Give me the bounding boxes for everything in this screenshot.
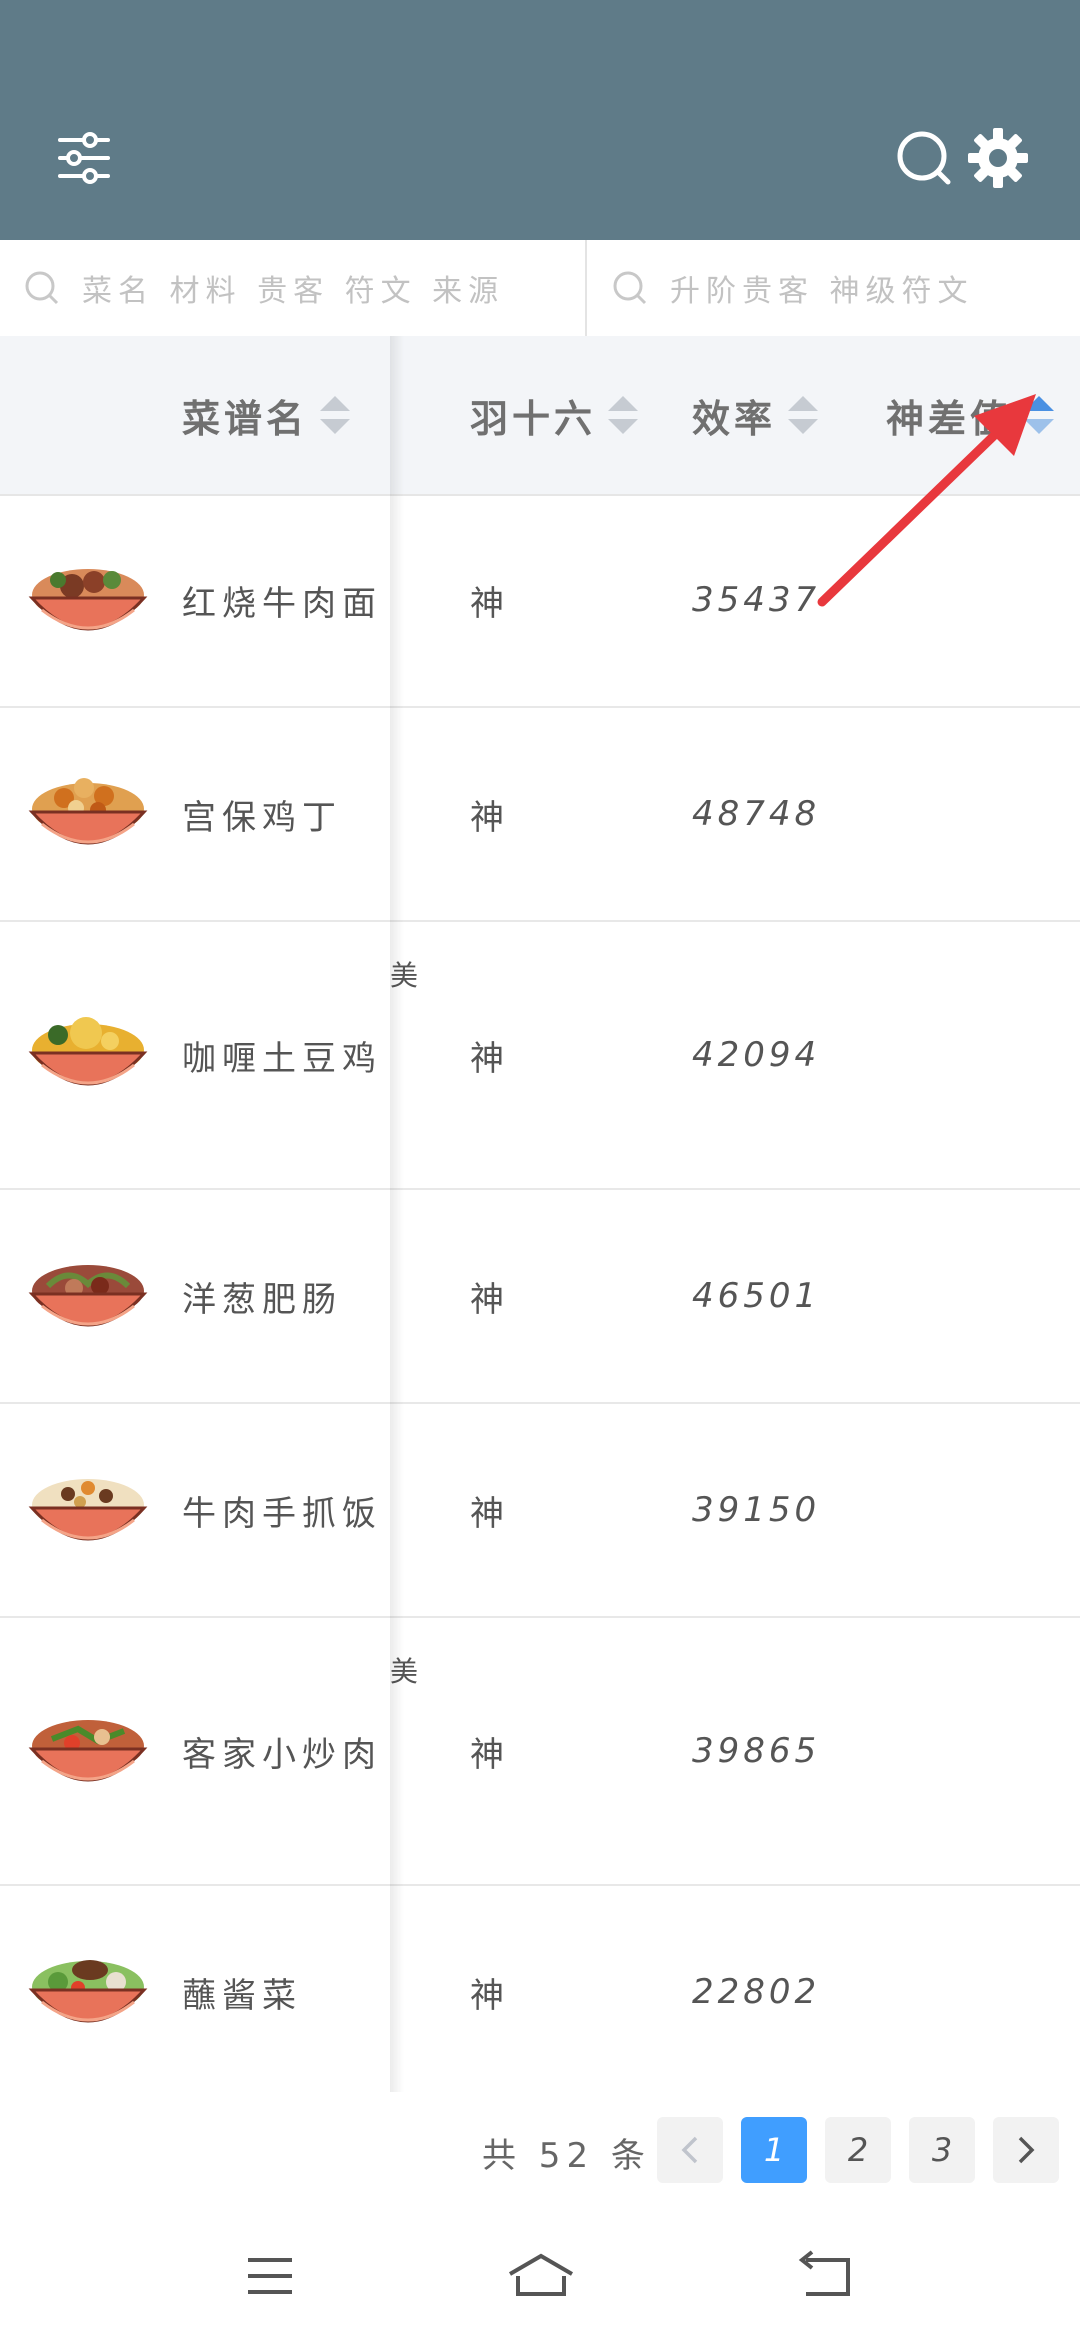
recipe-name: 红烧牛肉面 — [182, 583, 382, 624]
search-icon — [25, 271, 59, 305]
efficiency-value: 48748 — [692, 794, 821, 834]
chevron-right-icon — [1018, 2136, 1035, 2164]
efficiency-value: 39150 — [692, 1490, 821, 1530]
table-row[interactable]: 美 客家小炒肉 神 39865 — [0, 1618, 1080, 1886]
column-header-efficiency[interactable]: 效率 — [692, 336, 819, 494]
dipping-veg-bowl-icon — [28, 1960, 148, 2023]
menu-icon[interactable] — [240, 2246, 300, 2306]
page-button-1[interactable]: 1 — [741, 2117, 807, 2183]
table-row[interactable]: 蘸酱菜 神 22802 — [0, 1886, 1080, 2098]
filter-sliders-icon[interactable] — [56, 130, 112, 186]
search-icon[interactable] — [896, 130, 952, 186]
table-header: 菜谱名 羽十六 效率 神差值 — [0, 336, 1080, 496]
prev-page-button[interactable] — [657, 2117, 723, 2183]
recipe-name: 蘸酱菜 — [182, 1975, 302, 2016]
sort-icon-active[interactable] — [1024, 396, 1055, 434]
sort-icon[interactable] — [788, 396, 819, 434]
beef-pilaf-bowl-icon — [28, 1479, 148, 1541]
chef-rank: 神 — [470, 1975, 504, 2016]
search-divider — [585, 240, 587, 336]
beef-noodle-bowl-icon — [28, 569, 148, 631]
onion-intestine-bowl-icon — [28, 1265, 148, 1327]
chef-rank: 神 — [470, 1734, 504, 1775]
efficiency-value: 46501 — [692, 1276, 821, 1316]
next-page-button[interactable] — [993, 2117, 1059, 2183]
table-body: 红烧牛肉面 神 35437 宫保鸡丁 神 48748 美 咖喱土豆鸡 神 420… — [0, 494, 1080, 2098]
table-row[interactable]: 牛肉手抓饭 神 39150 — [0, 1404, 1080, 1618]
search-placeholder-secondary: 升阶贵客 神级符文 — [670, 274, 974, 309]
kungpao-chicken-bowl-icon — [28, 778, 148, 845]
recipe-name: 洋葱肥肠 — [182, 1279, 342, 1320]
search-placeholder-main: 菜名 材料 贵客 符文 来源 — [82, 274, 505, 309]
chef-rank: 神 — [470, 1279, 504, 1320]
back-icon[interactable] — [796, 2246, 856, 2306]
efficiency-value: 35437 — [692, 580, 821, 620]
row-note: 美 — [390, 959, 419, 992]
search-bar: 菜名 材料 贵客 符文 来源 升阶贵客 神级符文 — [0, 240, 1080, 337]
recipe-name: 牛肉手抓饭 — [182, 1493, 382, 1534]
pagination: 共 52 条 1 2 3 — [0, 2092, 1080, 2212]
search-input-main[interactable]: 菜名 材料 贵客 符文 来源 — [24, 240, 584, 336]
recipe-name: 宫保鸡丁 — [182, 797, 342, 838]
sort-icon[interactable] — [320, 396, 351, 434]
table-row[interactable]: 洋葱肥肠 神 46501 — [0, 1190, 1080, 1404]
efficiency-value: 42094 — [692, 1035, 821, 1075]
chef-rank: 神 — [470, 583, 504, 624]
search-icon — [613, 271, 647, 305]
column-header-chef[interactable]: 羽十六 — [470, 336, 639, 494]
system-nav-bar — [0, 2212, 1080, 2340]
home-icon[interactable] — [506, 2246, 574, 2306]
total-count: 共 52 条 — [482, 2135, 651, 2176]
efficiency-value: 22802 — [692, 1972, 821, 2012]
app-header — [0, 0, 1080, 240]
recipe-name: 客家小炒肉 — [182, 1734, 382, 1775]
page-button-2[interactable]: 2 — [825, 2117, 891, 2183]
gear-icon[interactable] — [966, 126, 1030, 190]
curry-chicken-bowl-icon — [28, 1017, 148, 1086]
chef-rank: 神 — [470, 1493, 504, 1534]
row-note: 美 — [390, 1655, 419, 1688]
chevron-left-icon — [681, 2136, 698, 2164]
chef-rank: 神 — [470, 797, 504, 838]
search-input-secondary[interactable]: 升阶贵客 神级符文 — [612, 240, 1072, 336]
table-row[interactable]: 红烧牛肉面 神 35437 — [0, 494, 1080, 708]
efficiency-value: 39865 — [692, 1731, 821, 1771]
table-row[interactable]: 宫保鸡丁 神 48748 — [0, 708, 1080, 922]
recipe-name: 咖喱土豆鸡 — [182, 1038, 382, 1079]
column-header-god-diff[interactable]: 神差值 — [886, 336, 1055, 494]
column-header-recipe-name[interactable]: 菜谱名 — [182, 336, 351, 494]
page-button-3[interactable]: 3 — [909, 2117, 975, 2183]
stirfry-pork-bowl-icon — [28, 1720, 148, 1782]
chef-rank: 神 — [470, 1038, 504, 1079]
sort-icon[interactable] — [608, 396, 639, 434]
table-row[interactable]: 美 咖喱土豆鸡 神 42094 — [0, 922, 1080, 1190]
